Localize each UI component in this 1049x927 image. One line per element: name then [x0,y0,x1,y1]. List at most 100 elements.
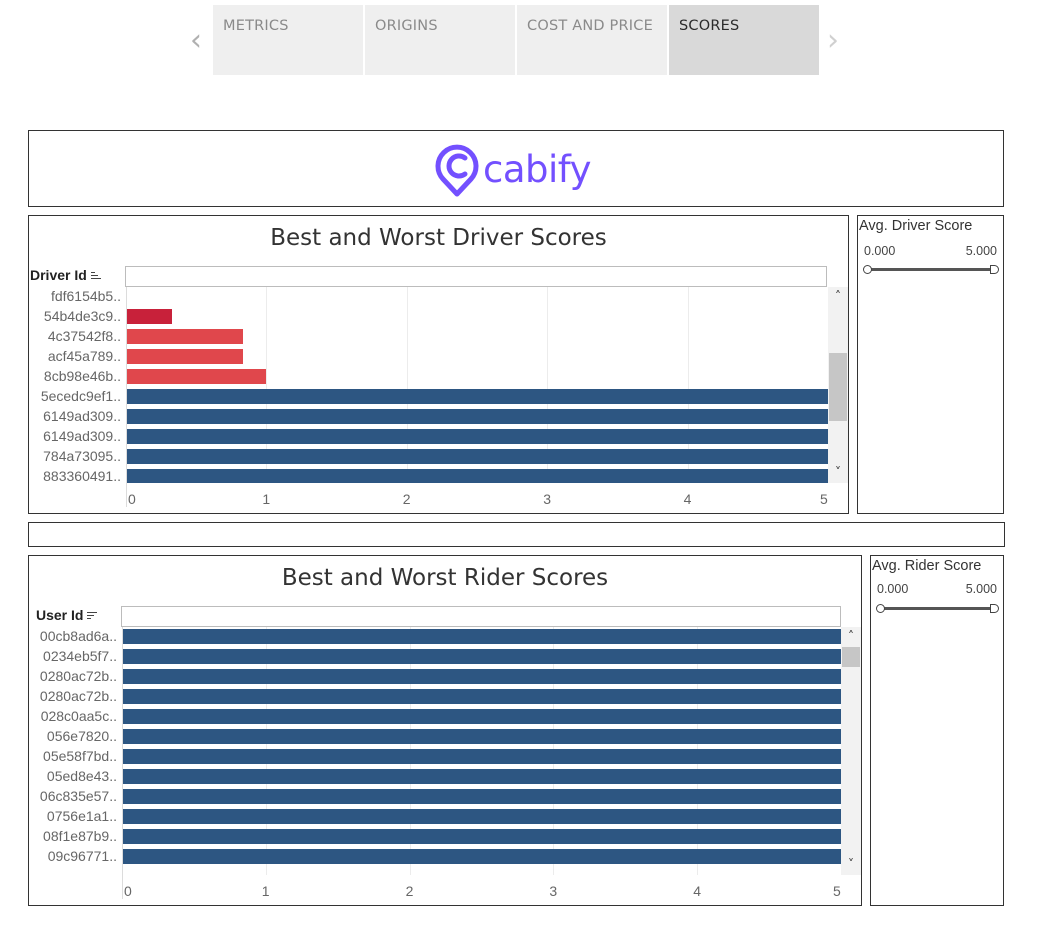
column-header-bar [121,606,841,627]
row-label[interactable]: 05ed8e43.. [29,768,117,784]
slider-max-handle[interactable] [990,265,999,274]
score-bar[interactable] [122,749,841,764]
row-label[interactable]: 08f1e87b9.. [29,828,117,844]
chevron-up-icon[interactable]: ˄ [828,287,848,305]
driver-score-filter: Avg. Driver Score 0.000 5.000 [857,215,1004,514]
x-tick-label: 3 [543,491,551,507]
x-tick-label: 5 [820,491,828,507]
tab-origins[interactable]: ORIGINS [365,5,515,75]
x-tick-label: 1 [261,883,270,899]
row-label[interactable]: 4c37542f8.. [29,328,121,344]
filter-max-value: 5.000 [965,244,997,258]
row-label[interactable]: 8cb98e46b.. [29,368,121,384]
row-label[interactable]: 5ecedc9ef1.. [29,388,121,404]
axis-header-label: User Id [36,607,84,623]
score-bar[interactable] [122,849,841,864]
x-tick-label: 2 [405,883,414,899]
row-label[interactable]: 09c96771.. [29,848,117,864]
cabify-pin-logo [435,144,479,197]
axis-header-label: Driver Id [30,267,87,283]
slider-max-handle[interactable] [990,604,999,613]
score-bar[interactable] [122,809,841,824]
x-tick-label: 3 [549,883,558,899]
score-bar[interactable] [122,709,841,724]
x-tick-label: 0 [124,883,132,899]
vertical-scrollbar[interactable]: ˄ ˅ [828,287,848,483]
chevron-up-icon[interactable]: ˄ [841,627,861,645]
scroll-thumb[interactable] [842,647,860,667]
tab-metrics[interactable]: METRICS [213,5,363,75]
tab-cost-and-price[interactable]: COST AND PRICE [517,5,667,75]
row-label[interactable]: 05e58f7bd.. [29,748,117,764]
y-axis-line [126,287,127,507]
score-bar[interactable] [122,769,841,784]
x-tick-label: 5 [833,883,841,899]
row-label[interactable]: 0280ac72b.. [29,688,117,704]
score-bar[interactable] [122,629,841,644]
row-label[interactable]: 6149ad309.. [29,408,121,424]
filter-min-value: 0.000 [864,244,896,258]
driver-scores-chart: Best and Worst Driver Scores Driver Id ˄… [28,215,849,514]
tab-scores[interactable]: SCORES [669,5,819,75]
score-bar[interactable] [122,729,841,744]
scroll-thumb[interactable] [829,353,847,421]
score-bar[interactable] [122,669,841,684]
slider-track[interactable] [868,268,995,271]
score-bar[interactable] [126,469,828,483]
score-bar[interactable] [126,409,828,424]
x-tick-label: 0 [128,491,136,507]
rider-score-filter: Avg. Rider Score 0.000 5.000 [870,555,1004,906]
x-tick-label: 1 [262,491,271,507]
chevron-left-icon[interactable]: ‹ [184,23,208,59]
row-label[interactable]: 0280ac72b.. [29,668,117,684]
row-label[interactable]: 056e7820.. [29,728,117,744]
score-bar[interactable] [126,389,828,404]
row-label[interactable]: 54b4de3c9.. [29,308,121,324]
sort-icon[interactable] [87,611,98,620]
blank-divider-panel [28,522,1005,547]
score-bar[interactable] [126,369,267,384]
axis-header-user-id[interactable]: User Id [36,607,98,623]
score-bar[interactable] [122,649,841,664]
rider-scores-chart: Best and Worst Rider Scores User Id ˄ ˅ … [28,555,862,906]
row-label[interactable]: 784a73095.. [29,448,121,464]
slider-track[interactable] [881,607,995,610]
score-bar[interactable] [126,329,243,344]
chevron-right-icon[interactable]: › [821,23,845,59]
row-label[interactable]: 06c835e57.. [29,788,117,804]
row-label[interactable]: fdf6154b5.. [29,288,121,304]
y-axis-line [122,627,123,899]
chevron-down-icon[interactable]: ˅ [828,463,848,481]
row-label[interactable]: 028c0aa5c.. [29,708,117,724]
dashboard-tabs: ‹ METRICS ORIGINS COST AND PRICE SCORES … [184,5,854,75]
logo-text: cabify [483,147,592,191]
row-label[interactable]: 883360491.. [29,468,121,484]
row-label[interactable]: acf45a789.. [29,348,121,364]
score-bar[interactable] [122,789,841,804]
score-bar[interactable] [122,829,841,844]
logo-panel: cabify [28,130,1004,207]
score-bar[interactable] [126,449,828,464]
row-label[interactable]: 00cb8ad6a.. [29,628,117,644]
vertical-scrollbar[interactable]: ˄ ˅ [841,627,861,875]
axis-header-driver-id[interactable]: Driver Id [30,267,101,283]
chart-title: Best and Worst Driver Scores [270,225,607,251]
row-label[interactable]: 6149ad309.. [29,428,121,444]
sort-icon[interactable] [90,271,101,280]
slider-min-handle[interactable] [876,604,885,613]
score-bar[interactable] [122,689,841,704]
cabify-logo: cabify [434,139,592,199]
score-bar[interactable] [126,309,173,324]
row-label[interactable]: 0756e1a1.. [29,808,117,824]
row-label[interactable]: 0234eb5f7.. [29,648,117,664]
chevron-down-icon[interactable]: ˅ [841,855,861,873]
score-bar[interactable] [126,349,243,364]
x-tick-label: 2 [402,491,411,507]
x-tick-label: 4 [683,491,692,507]
filter-title: Avg. Rider Score [872,558,982,574]
filter-min-value: 0.000 [877,582,909,596]
chart-title: Best and Worst Rider Scores [281,565,609,591]
filter-max-value: 5.000 [965,582,997,596]
slider-min-handle[interactable] [863,265,872,274]
score-bar[interactable] [126,429,828,444]
